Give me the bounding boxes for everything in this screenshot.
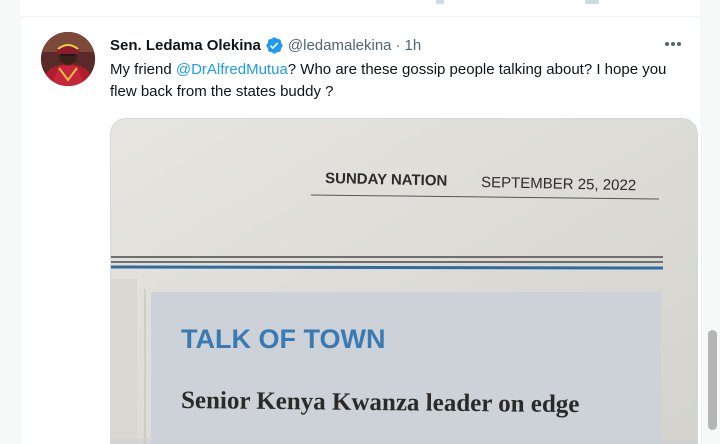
author-handle[interactable]: @ledamalekina [288,37,392,54]
avatar[interactable] [41,32,95,86]
mention-link[interactable]: @DrAlfredMutua [176,61,288,78]
more-options-button[interactable] [661,34,685,54]
previous-tweet-action-icon [436,0,444,4]
verified-badge-icon [265,36,284,55]
more-horizontal-icon [665,42,681,46]
masthead-date: SEPTEMBER 25, 2022 [481,174,636,194]
tweet-header: Sen. Ledama Olekina @ledamalekina · 1h [110,34,421,56]
author-name[interactable]: Sen. Ledama Olekina [110,37,261,54]
tweet-media-photo[interactable]: SUNDAY NATION SEPTEMBER 25, 2022 TALK OF… [110,118,698,444]
article-headline: Senior Kenya Kwanza leader on edge [181,387,580,418]
tweet-text: My friend @DrAlfredMutua? Who are these … [110,59,688,103]
previous-tweet-share-icon [585,0,599,4]
masthead-paper-name: SUNDAY NATION [325,170,448,190]
tweet[interactable]: Sen. Ledama Olekina @ledamalekina · 1h M… [20,17,702,444]
newspaper-photo: SUNDAY NATION SEPTEMBER 25, 2022 TALK OF… [111,119,697,444]
scrollbar-thumb[interactable] [708,330,717,430]
tweet-text-start: My friend [110,61,176,78]
avatar-image [41,32,95,86]
separator-dot: · [395,36,401,54]
section-title: TALK OF TOWN [181,324,385,354]
tweet-timestamp[interactable]: 1h [405,37,422,54]
previous-tweet-edge [20,0,700,17]
